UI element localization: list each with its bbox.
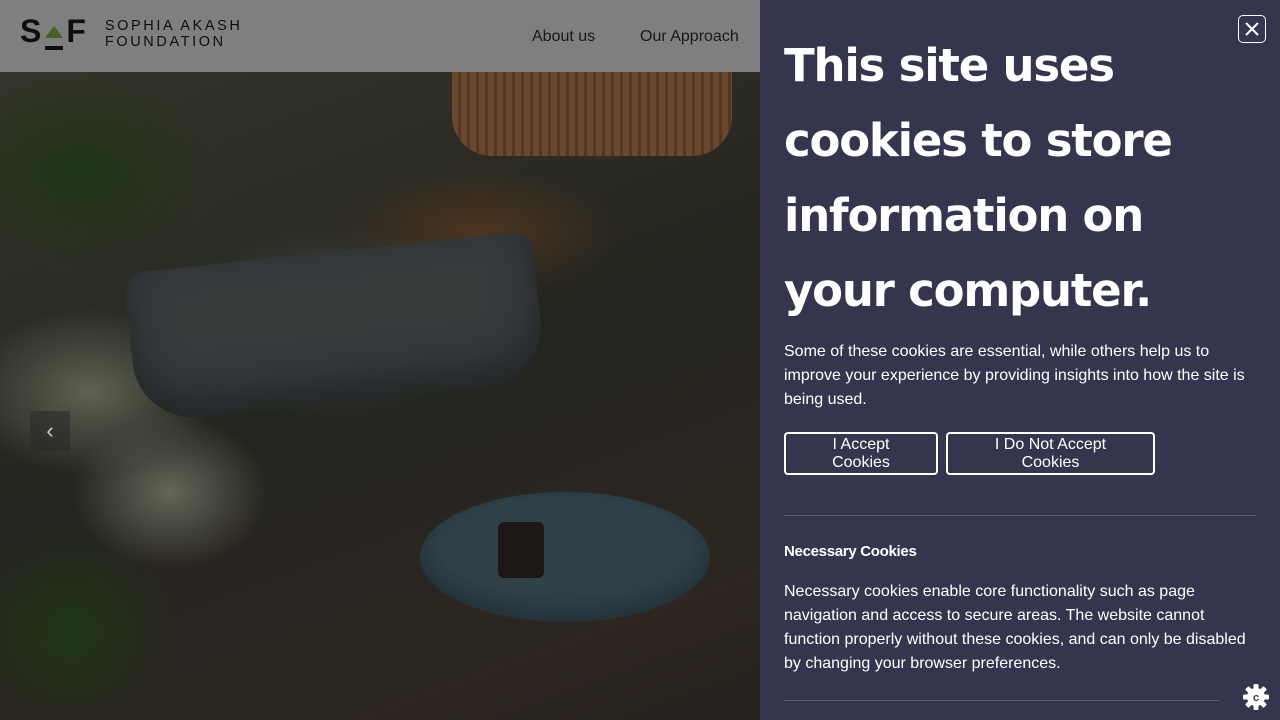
cookie-gear-icon: c <box>1243 684 1269 710</box>
necessary-cookies-title: Necessary Cookies <box>784 543 917 560</box>
cookie-settings-tab: c <box>1200 640 1280 720</box>
divider <box>784 700 1256 701</box>
divider <box>784 515 1256 516</box>
slider-prev-button[interactable]: ‹ <box>30 411 70 451</box>
svg-text:c: c <box>1253 692 1259 704</box>
cookie-button-row: I Accept Cookies I Do Not Accept Cookies <box>784 432 1155 475</box>
chevron-left-icon: ‹ <box>46 418 54 443</box>
accept-cookies-button[interactable]: I Accept Cookies <box>784 432 938 475</box>
necessary-cookies-text: Necessary cookies enable core functional… <box>784 583 1246 672</box>
cookie-consent-panel: This site uses cookies to store informat… <box>760 0 1280 720</box>
close-icon <box>1245 22 1259 36</box>
cookie-settings-button[interactable]: c <box>1200 640 1280 720</box>
cookie-title: This site uses cookies to store informat… <box>784 39 1173 317</box>
cookie-intro-text: Some of these cookies are essential, whi… <box>784 343 1245 408</box>
decline-cookies-button[interactable]: I Do Not Accept Cookies <box>946 432 1155 475</box>
